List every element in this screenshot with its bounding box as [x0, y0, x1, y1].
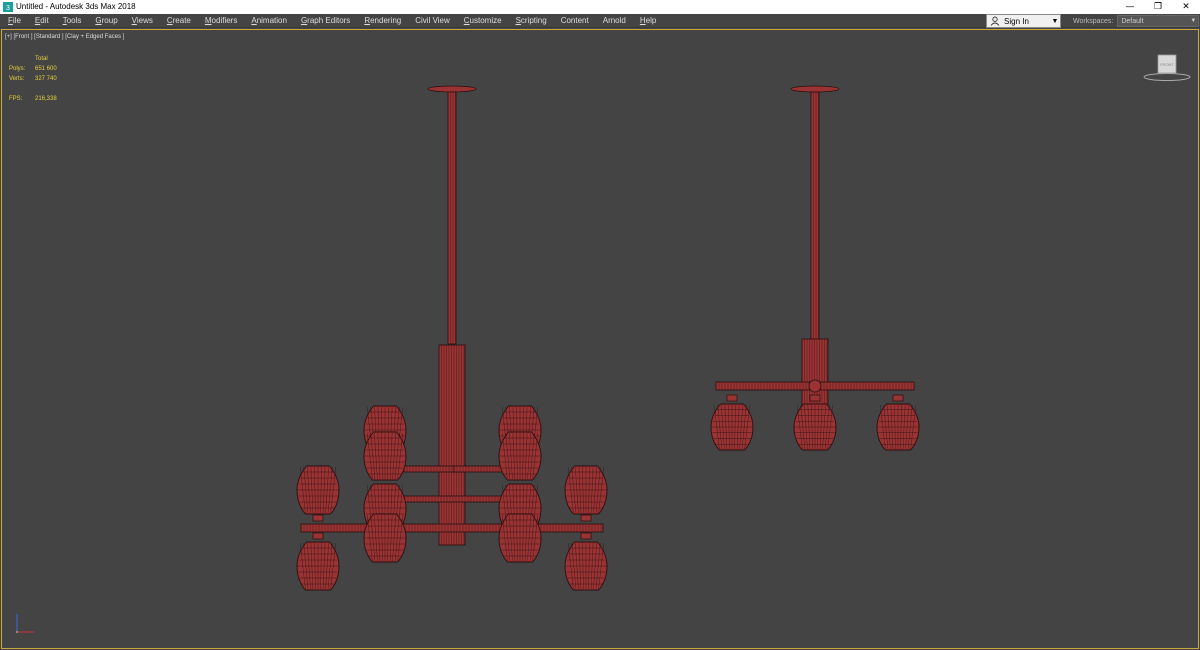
front-viewport[interactable]: [+] [Front ] [Standard ] [Clay + Edged F… — [1, 29, 1199, 649]
menu-edit[interactable]: Edit — [28, 14, 56, 28]
chandelier-models[interactable] — [2, 30, 1199, 649]
3dsmax-icon: 3 — [3, 2, 13, 12]
menu-scripting[interactable]: Scripting — [509, 14, 554, 28]
chandelier-a-arm-bottom — [300, 523, 604, 533]
menu-graph-editors[interactable]: Graph Editors — [294, 14, 357, 28]
restore-button[interactable]: ❐ — [1144, 0, 1172, 14]
menu-views[interactable]: Views — [125, 14, 160, 28]
menu-group[interactable]: Group — [88, 14, 124, 28]
chandelier-a-canopy — [427, 85, 477, 93]
menu-animation[interactable]: Animation — [244, 14, 294, 28]
chandelier-a-stem — [447, 91, 457, 345]
sign-in-label: Sign In — [1004, 16, 1029, 26]
menu-modifiers[interactable]: Modifiers — [198, 14, 244, 28]
menu-customize[interactable]: Customize — [457, 14, 509, 28]
workspaces-value: Default — [1121, 17, 1144, 25]
chandelier-b-cup — [809, 394, 821, 402]
chevron-down-icon: ▼ — [1190, 18, 1197, 24]
workspaces-dropdown[interactable]: Default ▼ — [1117, 15, 1200, 27]
user-icon — [989, 15, 1001, 27]
workspaces-selector: Workspaces: Default ▼ — [1066, 14, 1200, 28]
minimize-button[interactable]: — — [1116, 0, 1144, 14]
menu-rendering[interactable]: Rendering — [357, 14, 408, 28]
sign-in-dropdown[interactable]: Sign In ▼ — [986, 14, 1061, 28]
workspaces-label: Workspaces: — [1073, 17, 1114, 25]
chevron-down-icon: ▼ — [1051, 17, 1059, 25]
menu-file[interactable]: File — [0, 14, 28, 28]
menu-arnold[interactable]: Arnold — [596, 14, 633, 28]
chandelier-a-cup — [312, 514, 324, 522]
axis-tripod-icon — [15, 614, 34, 634]
window-title: Untitled - Autodesk 3ds Max 2018 — [16, 2, 136, 11]
chandelier-b-cup — [726, 394, 738, 402]
chandelier-a-cup — [580, 514, 592, 522]
chandelier-b-stem — [810, 91, 820, 341]
chandelier-b-canopy — [790, 85, 840, 93]
menu-content[interactable]: Content — [554, 14, 596, 28]
title-bar: 3 Untitled - Autodesk 3ds Max 2018 — ❐ ✕ — [0, 0, 1200, 14]
svg-text:3: 3 — [6, 5, 10, 12]
chandelier-a-body — [438, 344, 466, 546]
chandelier-b-cup — [892, 394, 904, 402]
menu-civil-view[interactable]: Civil View — [408, 14, 457, 28]
menu-create[interactable]: Create — [160, 14, 198, 28]
chandelier-a-cup — [580, 532, 592, 540]
close-button[interactable]: ✕ — [1172, 0, 1200, 14]
chandelier-a-cup — [312, 532, 324, 540]
menu-help[interactable]: Help — [633, 14, 663, 28]
chandelier-a-arm-upper-left — [403, 465, 461, 473]
menu-tools[interactable]: Tools — [56, 14, 89, 28]
chandelier-b-joint — [808, 379, 822, 393]
